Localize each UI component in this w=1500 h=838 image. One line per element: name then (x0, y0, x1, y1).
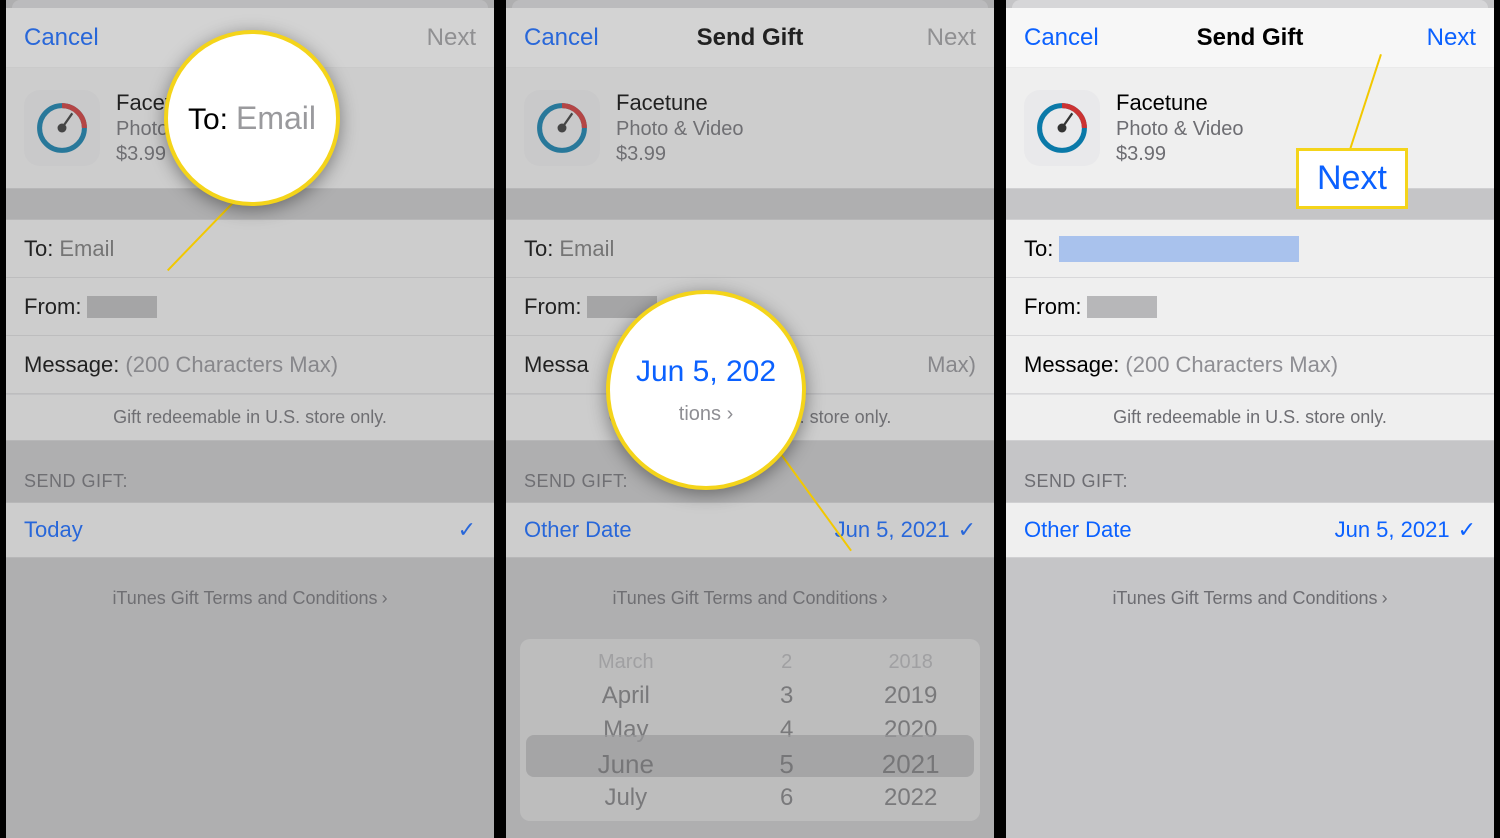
check-icon: ✓ (458, 517, 476, 543)
from-row[interactable]: From: (6, 278, 494, 336)
send-date-today[interactable]: Today ✓ (6, 502, 494, 558)
terms-link[interactable]: iTunes Gift Terms and Conditions› (506, 588, 994, 609)
app-price: $3.99 (616, 143, 744, 166)
picker-selection-band (526, 735, 974, 777)
cancel-button[interactable]: Cancel (24, 24, 114, 52)
send-date-value: Jun 5, 2021 (835, 517, 950, 543)
message-label: Message: (1024, 352, 1119, 378)
magnifier-date: Jun 5, 202 tions › (606, 290, 806, 490)
to-input[interactable] (559, 236, 976, 262)
nav-bar: Cancel Send Gift Next (506, 8, 994, 68)
next-button-disabled: Next (386, 24, 476, 52)
send-date-other[interactable]: Other Date Jun 5, 2021 ✓ (506, 502, 994, 558)
recipient-section: To: From: Message: (200 Characters Max) … (6, 219, 494, 441)
chevron-right-icon: › (382, 588, 388, 608)
from-label: From: (524, 294, 581, 320)
to-row[interactable]: To: (1006, 220, 1494, 278)
screen-1: Cancel Next Facetu Photo & $3.99 To: Fro… (0, 0, 500, 838)
send-date-label: Other Date (524, 517, 632, 543)
app-icon (1024, 90, 1100, 166)
sheet-handle (512, 0, 988, 8)
from-redacted (87, 296, 157, 318)
magnifier-to-email: To: Email (164, 30, 340, 206)
nav-title: Send Gift (1197, 24, 1304, 52)
picker-month-col[interactable]: March April May June July (520, 645, 732, 815)
chevron-right-icon: › (882, 588, 888, 608)
next-button-disabled: Next (886, 24, 976, 52)
message-label: Messa (524, 352, 589, 378)
sheet-handle (1012, 0, 1488, 8)
to-label: To: (24, 236, 53, 262)
message-row[interactable]: Message: (200 Characters Max) (6, 336, 494, 394)
picker-year-col[interactable]: 2018 2019 2020 2021 2022 (842, 645, 980, 815)
message-placeholder: (200 Characters Max) (125, 352, 338, 378)
app-category: Photo & Video (1116, 118, 1244, 141)
message-label: Message: (24, 352, 119, 378)
check-icon: ✓ (1458, 517, 1476, 543)
app-price: $3.99 (1116, 143, 1244, 166)
app-category: Photo & Video (616, 118, 744, 141)
app-icon (524, 90, 600, 166)
send-date-label: Today (24, 517, 83, 543)
cancel-button[interactable]: Cancel (524, 24, 614, 52)
nav-title: Send Gift (697, 24, 804, 52)
cancel-button[interactable]: Cancel (1024, 24, 1114, 52)
from-label: From: (1024, 294, 1081, 320)
message-placeholder: (200 Characters Max) (1125, 352, 1338, 378)
check-icon: ✓ (958, 517, 976, 543)
redeem-note: Gift redeemable in U.S. store only. (1006, 394, 1494, 440)
message-row[interactable]: Message: (200 Characters Max) (1006, 336, 1494, 394)
screen-3: Cancel Send Gift Next Facetune Photo & V… (1000, 0, 1500, 838)
app-icon (24, 90, 100, 166)
nav-bar: Cancel Send Gift Next (1006, 8, 1494, 68)
send-gift-heading: SEND GIFT: (1006, 441, 1494, 502)
send-date-value: Jun 5, 2021 (1335, 517, 1450, 543)
terms-link[interactable]: iTunes Gift Terms and Conditions› (1006, 588, 1494, 609)
send-date-label: Other Date (1024, 517, 1132, 543)
redeem-note: Gift redeemable in U.S. store only. (6, 394, 494, 440)
to-row[interactable]: To: (6, 220, 494, 278)
to-row[interactable]: To: (506, 220, 994, 278)
next-button[interactable]: Next (1386, 24, 1476, 52)
app-name: Facetune (1116, 90, 1244, 116)
to-input[interactable] (59, 236, 476, 262)
picker-day-col[interactable]: 2 3 4 5 6 (736, 645, 837, 815)
highlight-next: Next (1296, 148, 1408, 209)
app-name: Facetune (616, 90, 744, 116)
chevron-right-icon: › (1382, 588, 1388, 608)
from-row[interactable]: From: (1006, 278, 1494, 336)
terms-link[interactable]: iTunes Gift Terms and Conditions› (6, 588, 494, 609)
send-date-other[interactable]: Other Date Jun 5, 2021 ✓ (1006, 502, 1494, 558)
from-redacted (1087, 296, 1157, 318)
date-picker[interactable]: March April May June July 2 3 4 5 6 2018… (520, 639, 980, 821)
app-info-row: Facetune Photo & Video $3.99 (1006, 68, 1494, 189)
send-gift-heading: SEND GIFT: (6, 441, 494, 502)
to-label: To: (1024, 236, 1053, 262)
recipient-section: To: From: Message: (200 Characters Max) … (1006, 219, 1494, 441)
to-filled-redacted (1059, 236, 1299, 262)
screen-2: Cancel Send Gift Next Facetune Photo & V… (500, 0, 1000, 838)
sheet-handle (12, 0, 488, 8)
from-label: From: (24, 294, 81, 320)
app-info-row: Facetune Photo & Video $3.99 (506, 68, 994, 189)
to-label: To: (524, 236, 553, 262)
